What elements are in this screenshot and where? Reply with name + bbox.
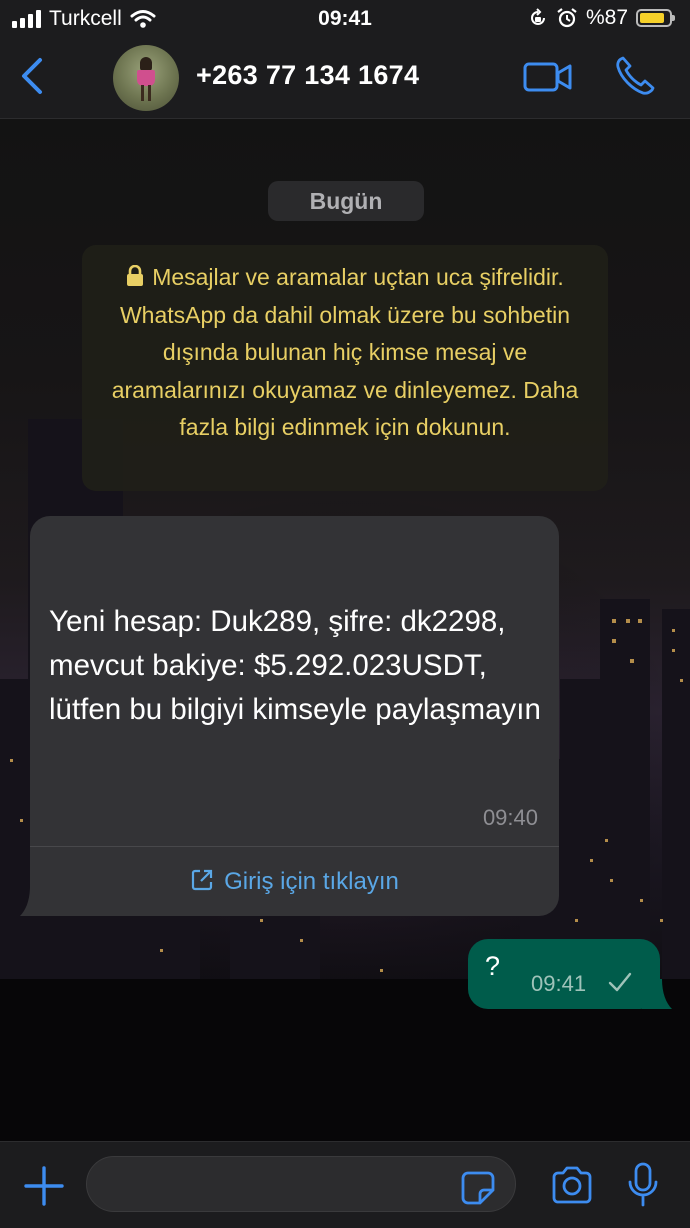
input-bar — [0, 1141, 690, 1228]
battery-percent: %87 — [585, 6, 628, 29]
incoming-message-text: Yeni hesap: Duk289, şifre: dk2298, mevcu… — [49, 605, 541, 726]
microphone-icon[interactable] — [627, 1162, 659, 1208]
rotation-lock-icon — [531, 8, 545, 25]
message-input[interactable] — [86, 1156, 516, 1212]
plus-icon[interactable] — [22, 1164, 66, 1208]
incoming-message-bubble[interactable]: Yeni hesap: Duk289, şifre: dk2298, mevcu… — [20, 516, 559, 916]
outgoing-message-bubble[interactable]: ? 09:41 — [468, 939, 672, 1009]
video-call-icon[interactable] — [523, 60, 573, 94]
chat-area[interactable]: Bugün Mesajlar ve aramalar uçtan uca şif… — [0, 119, 690, 1141]
date-separator: Bugün — [268, 181, 424, 221]
login-link-label: Giriş için tıklayın — [224, 868, 399, 895]
status-right: %87 — [528, 6, 675, 30]
outgoing-message-text: ? — [485, 951, 501, 981]
incoming-message-time: 09:40 — [482, 805, 538, 830]
lock-icon — [127, 265, 144, 286]
external-link-icon — [192, 869, 213, 891]
single-check-icon — [608, 972, 632, 992]
battery-icon — [636, 9, 675, 27]
encryption-text: Mesajlar ve aramalar uçtan uca şifrelidi… — [111, 264, 579, 440]
phone-icon[interactable] — [613, 54, 657, 98]
camera-icon[interactable] — [550, 1165, 594, 1205]
battery-level — [640, 13, 664, 23]
bubble-tail — [642, 979, 672, 1009]
login-link-button[interactable]: Giriş için tıklayın — [30, 847, 559, 916]
avatar[interactable] — [113, 45, 179, 111]
alarm-icon — [557, 8, 577, 28]
encryption-notice[interactable]: Mesajlar ve aramalar uçtan uca şifrelidi… — [82, 245, 608, 491]
sticker-icon[interactable] — [460, 1170, 496, 1206]
status-bar: Turkcell 09:41 %87 — [0, 0, 690, 38]
contact-name[interactable]: +263 77 134 1674 — [196, 60, 419, 91]
outgoing-message-time: 09:41 — [531, 971, 587, 996]
back-chevron-icon[interactable] — [14, 54, 50, 98]
chat-header: +263 77 134 1674 — [0, 38, 690, 119]
